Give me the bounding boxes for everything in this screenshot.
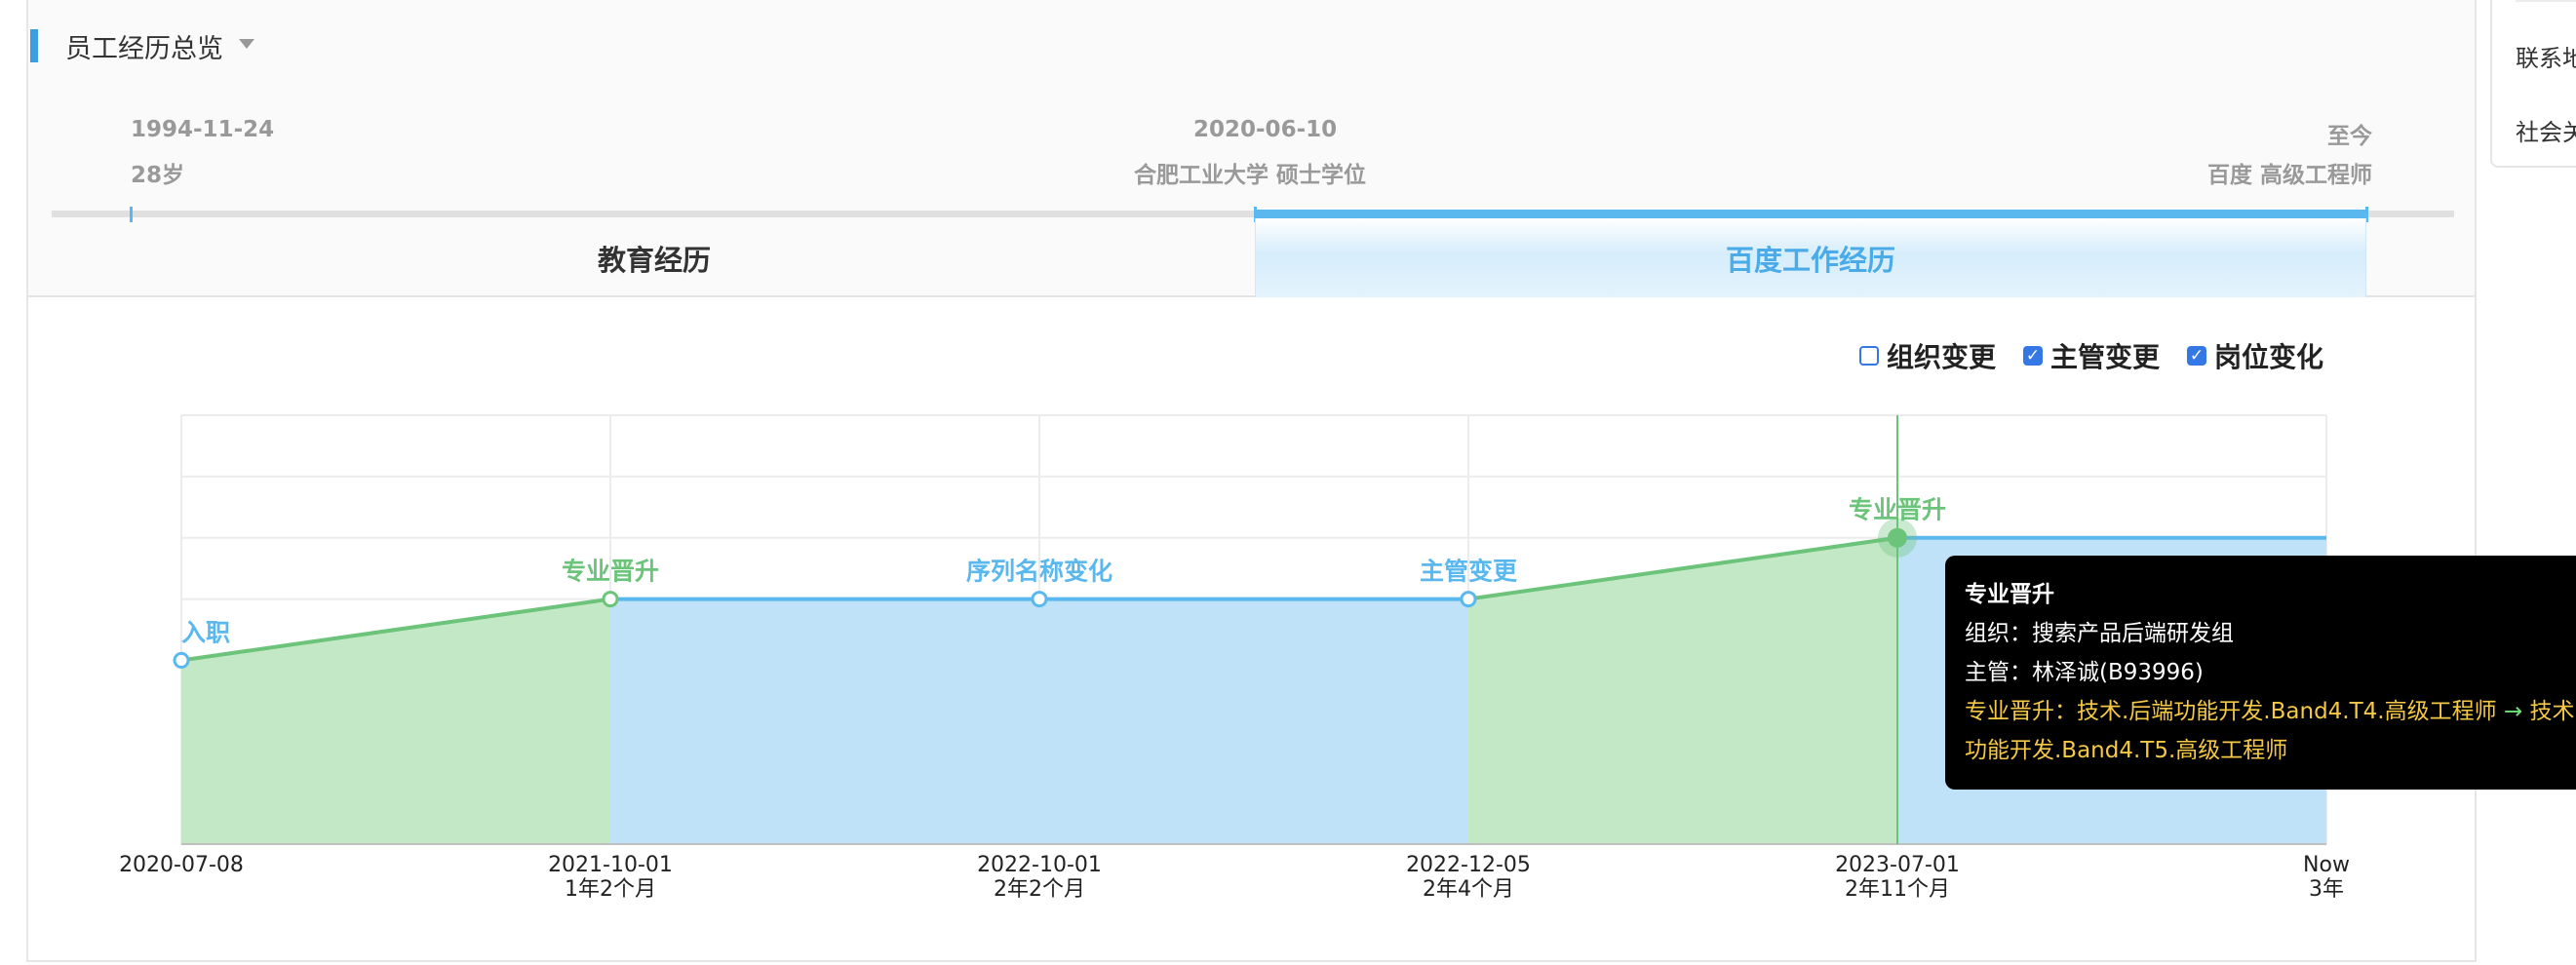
x-tick-label: Now: [2303, 853, 2350, 877]
x-tick-sublabel: 1年2个月: [565, 877, 656, 902]
event-label: 主管变更: [1420, 558, 1518, 586]
area-segment: [181, 598, 610, 844]
tooltip-manager: 主管：林泽诚(B93996): [1965, 660, 2204, 685]
side-item-social[interactable]: 社会关: [2516, 113, 2576, 147]
x-tick-label: 2023-07-01: [1835, 853, 1960, 877]
area-segment: [1468, 537, 1897, 844]
x-tick-label: 2020-07-08: [119, 853, 244, 877]
x-tick-label: 2022-12-05: [1406, 853, 1531, 877]
area-segment: [1039, 598, 1468, 844]
employee-overview-panel: 员工经历总览 1994-11-24 28岁 2020-06-10 合肥工业大学 …: [26, 0, 2576, 962]
area-segment: [610, 598, 1039, 844]
x-tick-sublabel: 2年2个月: [994, 877, 1085, 902]
x-tick-label: 2021-10-01: [548, 853, 673, 877]
x-tick-label: 2022-10-01: [977, 853, 1102, 877]
event-label: 专业晋升: [1849, 496, 1946, 524]
career-chart: 入职 2020-07-08 专业晋升 2021-10-011年2个月 序列名称变化 202…: [119, 414, 2350, 902]
arrow-right-icon: →: [2503, 699, 2523, 724]
event-label: 入职: [181, 618, 230, 646]
tooltip-org: 组织：搜索产品后端研发组: [1965, 621, 2234, 646]
x-tick-sublabel: 2年11个月: [1845, 877, 1950, 902]
data-point: [602, 591, 619, 608]
data-point: [1031, 591, 1048, 608]
tooltip-title: 专业晋升: [1965, 582, 2054, 607]
tooltip-change-cont: 功能开发.Band4.T5.高级工程师: [1965, 738, 2288, 763]
tooltip-change-to: 技术.后端: [2529, 699, 2576, 724]
tooltip-change-from: 专业晋升：技术.后端功能开发.Band4.T4.高级工程师: [1965, 699, 2497, 724]
x-tick-sublabel: 3年: [2309, 877, 2344, 902]
event-label: 专业晋升: [562, 558, 659, 586]
event-tooltip: 专业晋升 组织：搜索产品后端研发组 主管：林泽诚(B93996) 专业晋升：技术…: [1945, 556, 2576, 790]
event-label: 序列名称变化: [966, 558, 1112, 586]
data-point: [1888, 527, 1907, 548]
x-tick-sublabel: 2年4个月: [1423, 877, 1514, 902]
data-point: [1460, 591, 1477, 608]
tooltip-change: 专业晋升：技术.后端功能开发.Band4.T4.高级工程师 → 技术.后端: [1965, 692, 2576, 731]
side-divider: [2516, 0, 2576, 2]
side-item-contact[interactable]: 联系地: [2516, 39, 2576, 73]
side-nav: 联系地 社会关: [2490, 0, 2576, 168]
data-point: [173, 651, 190, 669]
